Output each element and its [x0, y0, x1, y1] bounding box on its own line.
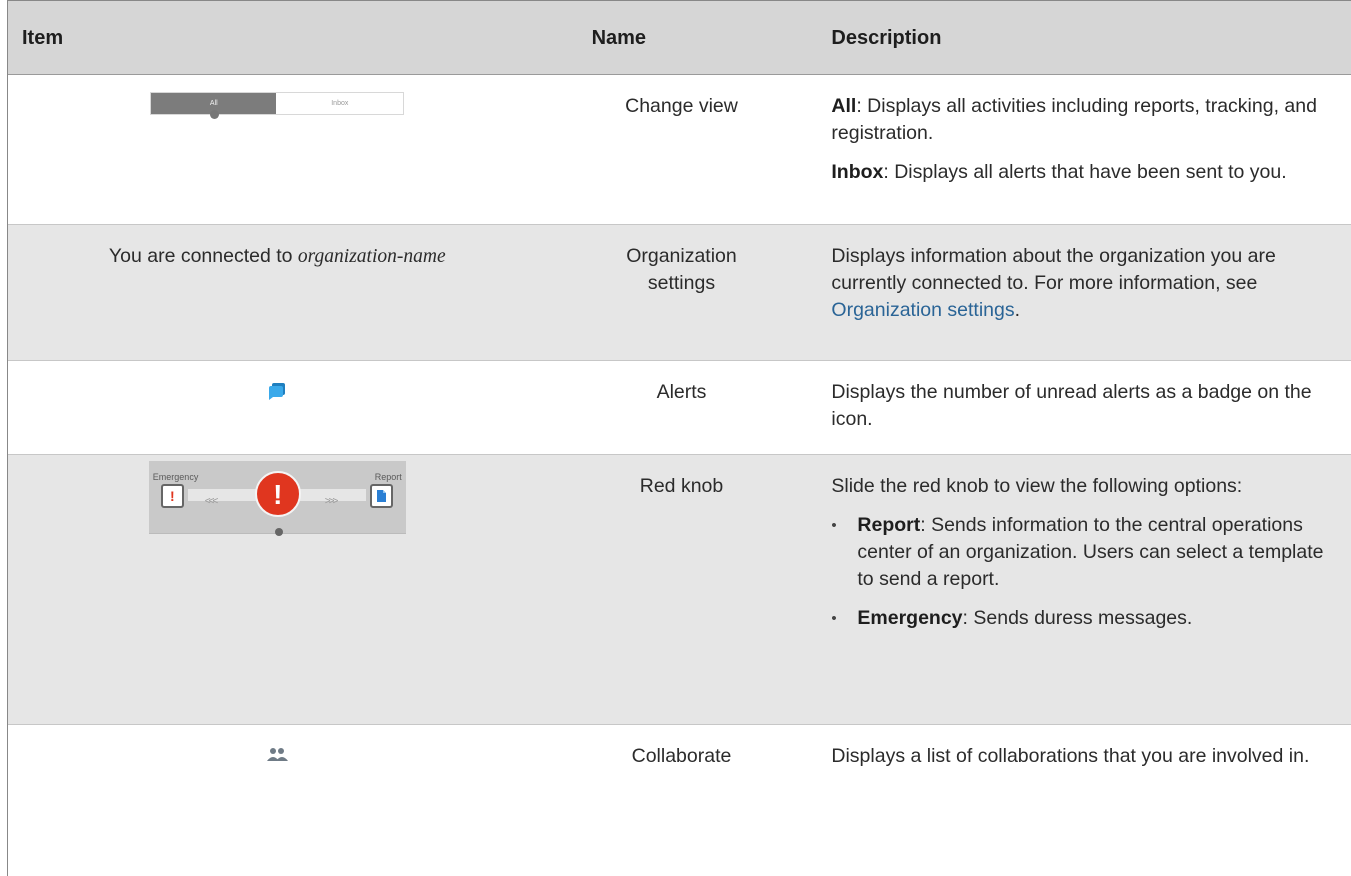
table-header: Item Name Description	[8, 1, 1351, 75]
name-cell: Red knob	[639, 475, 724, 497]
knob-description: Slide the red knob to view the following…	[831, 475, 1243, 497]
alerts-chat-icon	[269, 383, 286, 400]
report-document-icon	[369, 484, 393, 508]
table-row-collaborate: Collaborate Displays a list of collabora…	[8, 725, 1351, 875]
table-row-red-knob: Emergency Report ! <<< >>> ! Red knob Sl…	[8, 455, 1351, 725]
header-name: Name	[591, 27, 647, 49]
description-inbox: Inbox: Displays all alerts that have bee…	[831, 161, 1287, 183]
organization-name-placeholder: organization-name	[297, 246, 446, 267]
item-cell: You are connected to organization-name	[8, 225, 547, 360]
name-cell: Change view	[625, 95, 738, 117]
name-cell: Alerts	[656, 381, 707, 403]
item-cell	[8, 725, 547, 875]
ui-elements-table: Item Name Description All Inbox Change v…	[7, 0, 1351, 876]
toggle-indicator-dot	[210, 110, 220, 119]
description-cell: All: Displays all activities including r…	[816, 75, 1351, 224]
item-cell	[8, 361, 547, 454]
red-knob-widget: Emergency Report ! <<< >>> !	[148, 461, 406, 536]
list-item: Report: Sends information to the central…	[831, 512, 1339, 593]
description-cell: Displays the number of unread alerts as …	[831, 381, 1312, 430]
collaborate-people-icon	[267, 748, 289, 761]
table-row-change-view: All Inbox Change view All: Displays all …	[8, 75, 1351, 225]
description-cell: Displays a list of collaborations that y…	[831, 745, 1310, 767]
table-row-organization-settings: You are connected to organization-name O…	[8, 225, 1351, 361]
connected-text: You are connected to	[108, 245, 298, 267]
header-description: Description	[831, 27, 942, 49]
emergency-icon: !	[160, 484, 184, 508]
knob-options-list: Report: Sends information to the central…	[831, 512, 1339, 632]
red-knob-icon: !	[254, 471, 301, 517]
item-cell: All Inbox	[8, 75, 547, 224]
toggle-inbox-segment: Inbox	[276, 93, 404, 114]
list-item: Emergency: Sends duress messages.	[831, 605, 1339, 632]
name-cell: Collaborate	[631, 745, 732, 767]
description-all: All: Displays all activities including r…	[831, 95, 1317, 144]
item-cell: Emergency Report ! <<< >>> !	[8, 455, 547, 724]
right-arrows: >>>	[324, 496, 338, 507]
left-arrows: <<<	[204, 496, 218, 507]
header-item: Item	[22, 27, 64, 49]
description-cell: Displays information about the organizat…	[831, 245, 1276, 321]
description-cell: Slide the red knob to view the following…	[816, 455, 1351, 724]
name-cell: Organization settings	[626, 245, 737, 294]
view-toggle: All Inbox	[150, 92, 405, 119]
table-row-alerts: Alerts Displays the number of unread ale…	[8, 361, 1351, 455]
organization-settings-link[interactable]: Organization settings	[831, 299, 1014, 321]
knob-indicator-dot	[274, 528, 283, 536]
